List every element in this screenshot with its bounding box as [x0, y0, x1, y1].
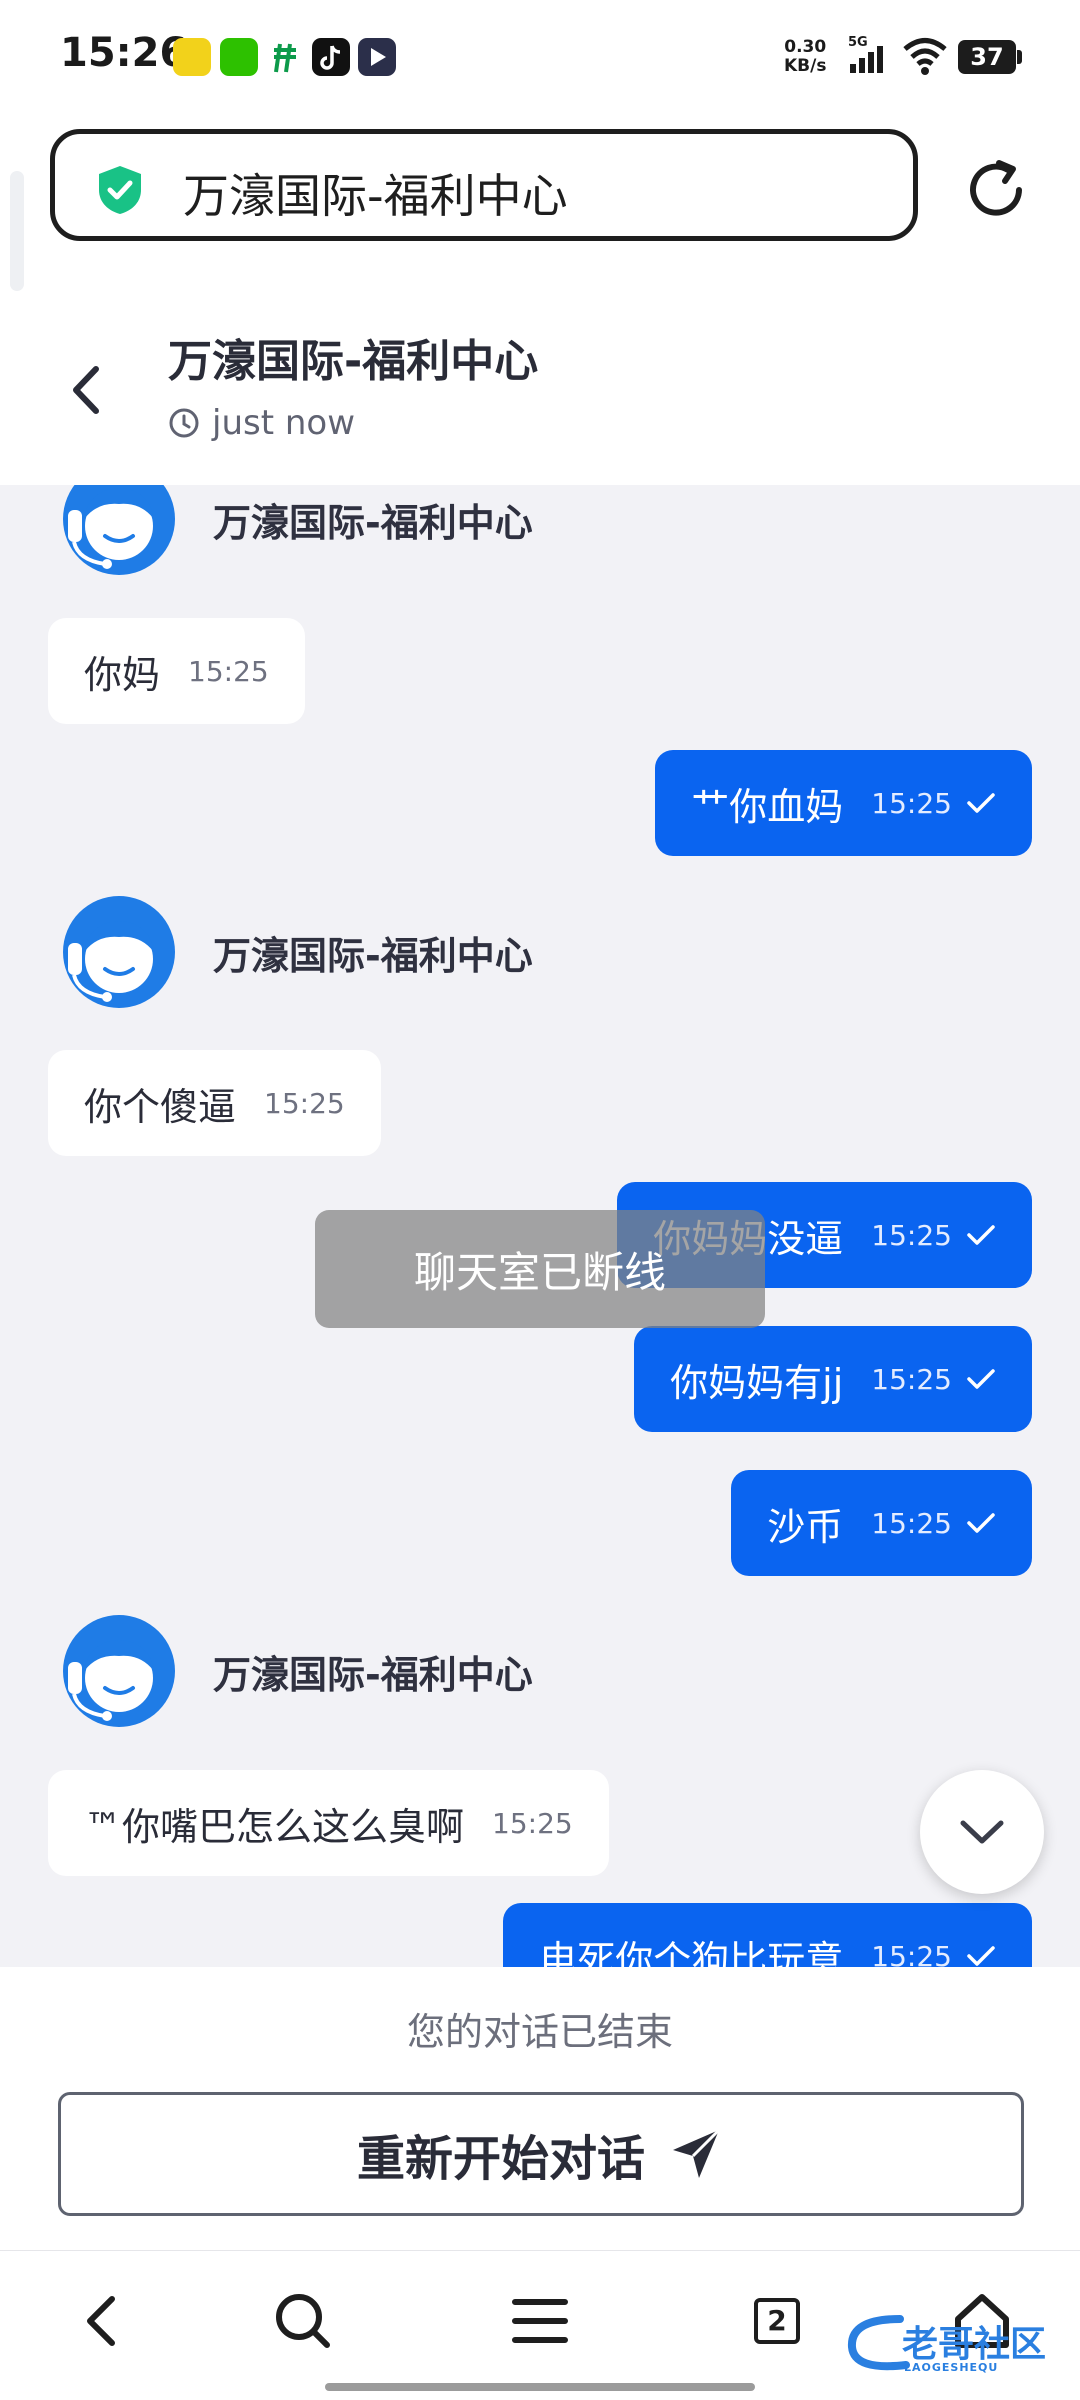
message-time: 15:25 — [264, 1086, 345, 1120]
last-seen-text: just now — [212, 403, 356, 443]
home-indicator[interactable] — [325, 2383, 755, 2391]
back-icon — [87, 2296, 115, 2346]
message-text: 你妈妈有jj — [670, 1360, 844, 1405]
svg-text:5G: 5G — [848, 35, 868, 50]
incoming-message[interactable]: ™你嘴巴怎么这么臭啊 15:25 — [48, 1770, 609, 1876]
message-time: 15:25 — [871, 1506, 952, 1540]
nav-tabs-button[interactable]: 2 — [737, 2281, 817, 2361]
support-agent-avatar-icon — [63, 485, 175, 575]
reload-icon[interactable] — [963, 157, 1029, 223]
network-speed: 0.30 KB/s — [784, 37, 827, 76]
message-time: 15:25 — [492, 1806, 573, 1840]
status-bar: 15:26 0.30 KB/s 5G 37 — [0, 0, 1080, 115]
tab-count-badge: 2 — [754, 2298, 800, 2344]
wifi-icon — [903, 38, 947, 75]
page-title-in-address-bar: 万濠国际-福利中心 — [183, 169, 568, 223]
clock-icon — [169, 408, 199, 438]
disconnected-toast: 聊天室已断线 — [315, 1210, 765, 1328]
message-text: ™你嘴巴怎么这么臭啊 — [84, 1804, 465, 1849]
chat-header: 万濠国际-福利中心 just now — [0, 295, 1080, 485]
sent-check-icon — [967, 1946, 995, 1966]
nav-search-button[interactable] — [263, 2281, 343, 2361]
signal-icon: 5G — [848, 35, 883, 73]
outgoing-message[interactable]: 电死你个狗比玩意 15:25 — [503, 1903, 1032, 1967]
watermark-subtext: LAOGESHEQU — [904, 2361, 999, 2374]
message-time: 15:25 — [188, 654, 269, 688]
menu-icon — [512, 2299, 568, 2343]
wechat-icon — [220, 38, 258, 76]
incoming-message[interactable]: 你妈 15:25 — [48, 618, 305, 724]
incoming-message[interactable]: 你个傻逼 15:25 — [48, 1050, 381, 1156]
address-bar[interactable]: 万濠国际-福利中心 — [50, 129, 918, 241]
message-text: 你个傻逼 — [84, 1084, 237, 1129]
sent-check-icon — [967, 1369, 995, 1389]
message-text: 艹你血妈 — [691, 784, 844, 829]
watermark-logo: 老哥社区 LAOGESHEQU — [840, 2295, 1070, 2395]
browser-toolbar: 万濠国际-福利中心 — [0, 115, 1080, 295]
tiktok-icon — [312, 38, 350, 76]
agent-header: 万濠国际-福利中心 — [60, 1612, 533, 1730]
video-app-icon — [358, 38, 396, 76]
sent-check-icon — [967, 1513, 995, 1533]
nav-back-button[interactable] — [62, 2281, 142, 2361]
message-text: 电死你个狗比玩意 — [539, 1937, 844, 1968]
message-text: 你妈 — [84, 652, 161, 697]
agent-name: 万濠国际-福利中心 — [213, 1652, 533, 1697]
game-app-icon — [173, 38, 211, 76]
battery-cap — [1017, 50, 1022, 64]
finance-app-icon — [266, 38, 304, 76]
sent-check-icon — [967, 1225, 995, 1245]
restart-conversation-button[interactable]: 重新开始对话 — [58, 2092, 1024, 2216]
agent-name: 万濠国际-福利中心 — [213, 933, 533, 978]
outgoing-message[interactable]: 艹你血妈 15:25 — [655, 750, 1032, 856]
agent-header: 万濠国际-福利中心 — [60, 893, 533, 1011]
send-plane-icon — [673, 2128, 721, 2178]
status-time: 15:26 — [60, 30, 188, 76]
outgoing-message[interactable]: 你妈妈有jj 15:25 — [634, 1326, 1032, 1432]
sent-check-icon — [967, 793, 995, 813]
last-seen: just now — [168, 403, 355, 443]
chat-title: 万濠国际-福利中心 — [168, 336, 539, 387]
message-list[interactable]: 万濠国际-福利中心 你妈 15:25 艹你血妈 15:25 万濠国际-福利中心 — [0, 485, 1080, 1967]
watermark-text: 老哥社区 — [902, 2324, 1047, 2365]
shield-check-icon — [99, 166, 141, 214]
support-agent-avatar-icon — [63, 896, 175, 1008]
screen: 15:26 0.30 KB/s 5G 37 万濠国际-福利中心 万濠国际-福利中… — [0, 0, 1080, 2400]
message-text: 沙币 — [767, 1504, 844, 1549]
message-time: 15:25 — [871, 1218, 952, 1252]
message-time: 15:25 — [871, 1939, 952, 1968]
battery-icon: 37 — [958, 40, 1016, 74]
agent-header: 万濠国际-福利中心 — [60, 485, 533, 578]
conversation-ended-text: 您的对话已结束 — [406, 2010, 673, 2054]
outgoing-message[interactable]: 沙币 15:25 — [731, 1470, 1032, 1576]
message-time: 15:25 — [871, 786, 952, 820]
chevron-down-icon — [960, 1820, 1004, 1844]
edge-handle[interactable] — [10, 171, 24, 291]
back-arrow-icon[interactable] — [62, 355, 112, 425]
support-agent-avatar-icon — [63, 1615, 175, 1727]
search-icon — [276, 2294, 330, 2348]
scroll-to-bottom-button[interactable] — [920, 1770, 1044, 1894]
chat-footer: 您的对话已结束 重新开始对话 — [0, 1967, 1080, 2250]
restart-conversation-label: 重新开始对话 — [356, 2131, 645, 2187]
agent-name: 万濠国际-福利中心 — [213, 500, 533, 545]
nav-menu-button[interactable] — [500, 2281, 580, 2361]
message-time: 15:25 — [871, 1362, 952, 1396]
